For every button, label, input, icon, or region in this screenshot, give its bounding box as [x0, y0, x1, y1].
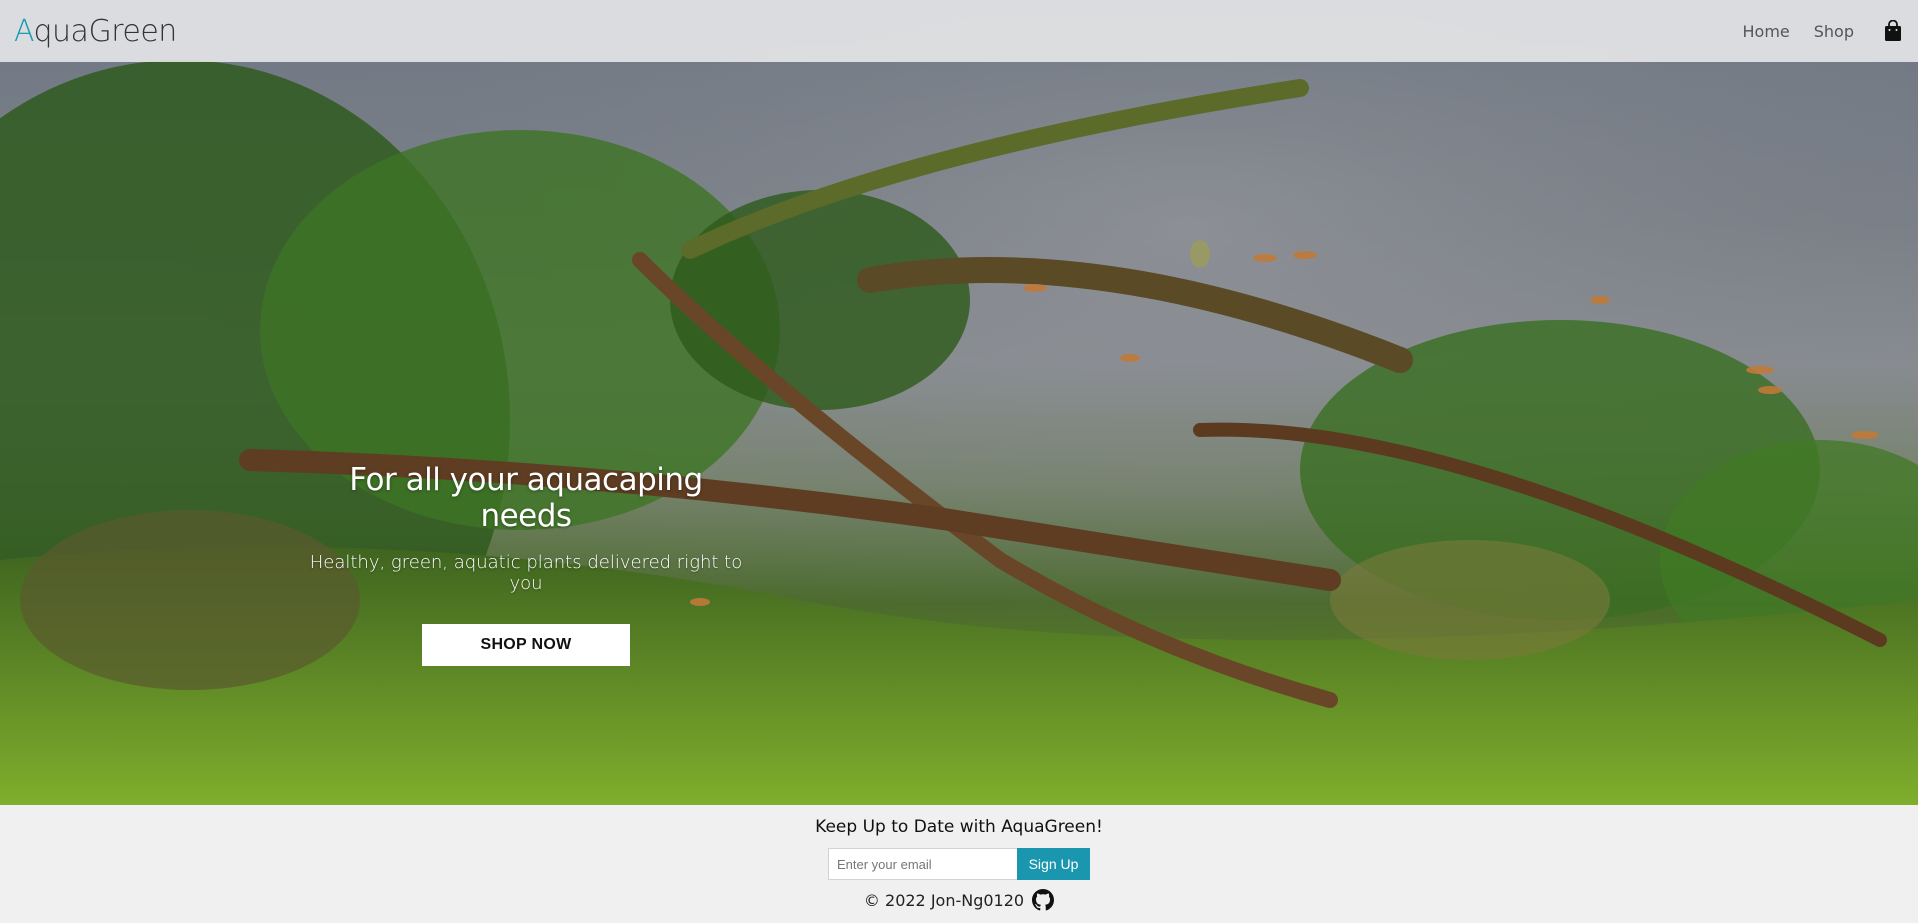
- shopping-bag-icon[interactable]: [1884, 19, 1902, 42]
- hero-section: For all your aquacaping needs Healthy, g…: [0, 0, 1918, 805]
- newsletter-title: Keep Up to Date with AquaGreen!: [815, 817, 1103, 837]
- newsletter-form: Sign Up: [0, 848, 1918, 880]
- nav-link-shop[interactable]: Shop: [1814, 22, 1854, 41]
- navbar: AquaGreen Home Shop: [0, 0, 1918, 62]
- sign-up-button[interactable]: Sign Up: [1017, 848, 1090, 880]
- aquarium-background-image: [0, 0, 1918, 805]
- nav-link-home[interactable]: Home: [1743, 22, 1790, 41]
- footer: Keep Up to Date with AquaGreen! Sign Up …: [0, 805, 1918, 923]
- brand-logo-rest: quaGreen: [33, 13, 178, 49]
- brand-logo[interactable]: AquaGreen: [14, 14, 177, 49]
- copyright-row: © 2022 Jon-Ng0120: [0, 889, 1918, 911]
- shop-now-button[interactable]: SHOP NOW: [422, 624, 630, 666]
- email-input[interactable]: [828, 848, 1017, 880]
- hero-subtitle: Healthy, green, aquatic plants delivered…: [309, 552, 743, 594]
- brand-logo-first-letter: A: [14, 13, 34, 49]
- copyright-text: © 2022 Jon-Ng0120: [863, 890, 1025, 910]
- nav-links: Home Shop: [1743, 19, 1905, 42]
- hero-content: For all your aquacaping needs Healthy, g…: [300, 462, 752, 666]
- github-icon[interactable]: [1032, 889, 1055, 911]
- hero-title: For all your aquacaping needs: [349, 462, 703, 534]
